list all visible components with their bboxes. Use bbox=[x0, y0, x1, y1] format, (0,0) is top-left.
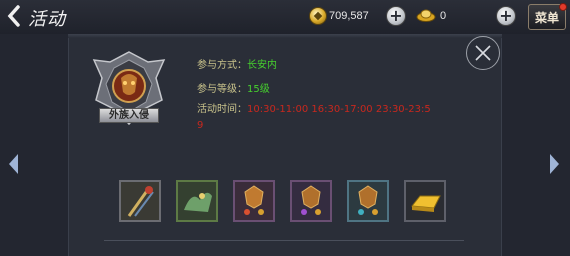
level-label: 参与等级： bbox=[197, 84, 247, 95]
weapon-item-icon bbox=[121, 182, 159, 220]
emblem-fragment-red-icon bbox=[235, 182, 273, 220]
time-value: 10:30-11:00 16:30-17:00 23:30-23:5 bbox=[247, 104, 431, 115]
divider bbox=[104, 240, 464, 241]
activity-time: 活动时间：10:30-11:00 16:30-17:00 23:30-23:5 bbox=[197, 100, 477, 115]
participation-method: 参与方式：长安内 bbox=[197, 56, 277, 71]
ingot-balance: 0 bbox=[440, 10, 447, 22]
add-coins-button[interactable]: + bbox=[386, 6, 406, 26]
emblem-label: 外族入侵 bbox=[99, 108, 159, 123]
copper-coin-icon bbox=[309, 7, 327, 25]
panel-top-edge bbox=[68, 34, 502, 38]
gold-ingot-item-icon bbox=[406, 182, 444, 220]
method-label: 参与方式： bbox=[197, 60, 247, 71]
next-page-arrow-icon[interactable] bbox=[548, 152, 562, 176]
reward-slot-5[interactable] bbox=[347, 180, 389, 222]
reward-slot-1[interactable] bbox=[119, 180, 161, 222]
close-button[interactable] bbox=[466, 36, 500, 70]
back-chevron-icon bbox=[7, 5, 20, 27]
back-button[interactable] bbox=[4, 4, 24, 28]
reward-slot-3[interactable] bbox=[233, 180, 275, 222]
notification-dot bbox=[559, 3, 567, 11]
add-ingots-button[interactable]: + bbox=[496, 6, 516, 26]
coin-balance: 709,587 bbox=[329, 10, 369, 22]
page-title: 活动 bbox=[28, 9, 66, 30]
method-value: 长安内 bbox=[247, 60, 277, 71]
reward-slot-6[interactable] bbox=[404, 180, 446, 222]
activity-time-wrap: 9 bbox=[197, 120, 204, 131]
reward-slot-2[interactable] bbox=[176, 180, 218, 222]
participation-level: 参与等级：15级 bbox=[197, 80, 270, 95]
reward-slot-4[interactable] bbox=[290, 180, 332, 222]
menu-label: 菜单 bbox=[534, 10, 559, 25]
gold-ingot-icon bbox=[416, 9, 436, 22]
close-icon bbox=[475, 45, 491, 61]
level-value: 15级 bbox=[247, 84, 270, 95]
top-bar bbox=[0, 0, 570, 34]
dragon-mount-item-icon bbox=[178, 182, 216, 220]
prev-page-arrow-icon[interactable] bbox=[6, 152, 20, 176]
emblem-fragment-purple-icon bbox=[292, 182, 330, 220]
menu-button[interactable]: 菜单 bbox=[528, 3, 567, 30]
time-label: 活动时间： bbox=[197, 104, 247, 115]
emblem-fragment-teal-icon bbox=[349, 182, 387, 220]
